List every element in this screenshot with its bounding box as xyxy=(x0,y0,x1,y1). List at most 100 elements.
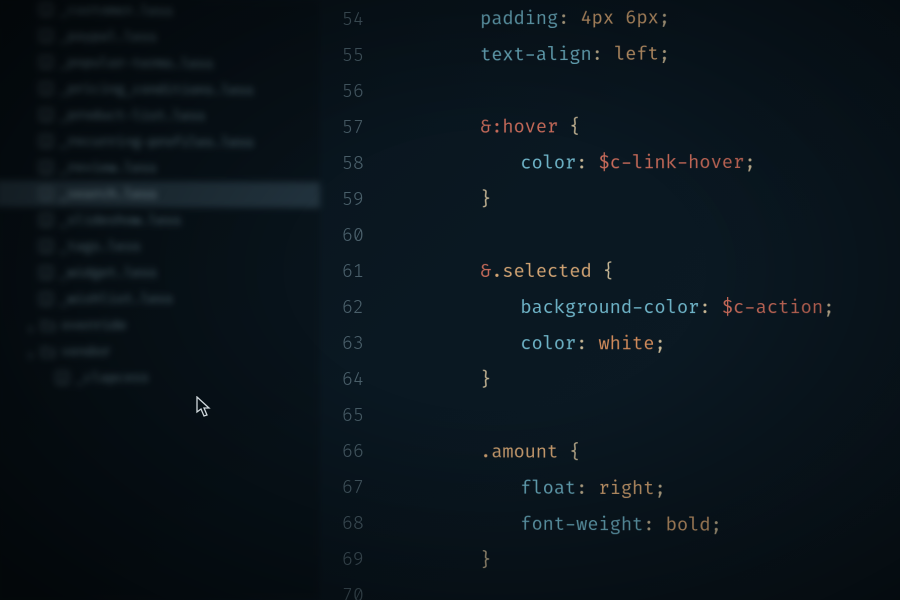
file-item--recurring-profiles-less[interactable]: {} _recurring-profiles.less xyxy=(0,128,320,156)
token-punct: : xyxy=(592,43,614,66)
file-item--wishlist-less[interactable]: {}_wishlist.less xyxy=(0,286,320,312)
code-line[interactable]: color: $c-link-hover; xyxy=(380,144,900,182)
folder-name-label: vendor xyxy=(61,343,110,359)
svg-text:{}: {} xyxy=(44,34,49,41)
file-list: {} _customer.less {} _paypal.less {} _popular… xyxy=(0,0,320,391)
token-var: $c-action xyxy=(722,296,823,319)
folder-item-vendor[interactable]: vendor xyxy=(0,338,320,365)
file-item--pricing-conditions-less[interactable]: {} _pricing_conditions.less xyxy=(0,75,320,104)
file-name-label: _pricing_conditions.less xyxy=(59,81,254,99)
line-number: 62 xyxy=(320,290,364,326)
file-name-label: _widget.less xyxy=(59,265,157,281)
token-punct: : xyxy=(558,7,580,30)
token-val: left xyxy=(614,42,659,65)
token-sel: .selected xyxy=(491,260,591,283)
less-file-icon: {} xyxy=(39,213,53,227)
file-item--widget-less[interactable]: {} _widget.less xyxy=(0,259,320,286)
line-number: 64 xyxy=(320,362,364,398)
less-file-icon: {} xyxy=(55,371,69,385)
token-amp: & xyxy=(480,116,491,139)
less-file-icon: {} xyxy=(39,134,53,148)
file-item--paypal-less[interactable]: {} _paypal.less xyxy=(0,22,320,52)
line-number: 57 xyxy=(320,110,364,146)
line-number: 68 xyxy=(320,506,364,542)
token-punct: { xyxy=(592,260,614,283)
folder-icon xyxy=(41,318,55,332)
file-name-label: _slideshow.less xyxy=(59,212,181,229)
code-line[interactable]: } xyxy=(380,362,900,399)
less-file-icon: {} xyxy=(39,81,53,95)
code-line[interactable] xyxy=(380,71,900,110)
token-punct: { xyxy=(558,441,580,464)
token-punct: { xyxy=(558,115,580,138)
file-item-_clapcess[interactable]: {} _clapcess xyxy=(0,364,320,391)
svg-text:{}: {} xyxy=(44,297,49,304)
less-file-icon: {} xyxy=(39,160,53,174)
code-area[interactable]: padding: 4px 6px;text-align: left;&:hove… xyxy=(380,0,900,600)
line-number: 61 xyxy=(320,254,364,290)
svg-text:{}: {} xyxy=(44,86,49,93)
file-name-label: _clapcess xyxy=(76,370,149,386)
svg-text:{}: {} xyxy=(44,192,49,199)
token-prop: padding xyxy=(480,7,558,31)
code-line[interactable] xyxy=(380,578,900,600)
file-name-label: _review.less xyxy=(59,159,157,176)
token-punct: : xyxy=(699,296,721,319)
code-line[interactable]: } xyxy=(380,181,900,218)
file-name-label: _recurring-profiles.less xyxy=(59,133,254,150)
code-line[interactable]: text-align: left; xyxy=(380,35,900,74)
svg-text:{}: {} xyxy=(44,113,49,120)
token-val: bold xyxy=(666,513,711,536)
code-line[interactable]: .amount { xyxy=(380,434,900,472)
token-var: $c-link-hover xyxy=(599,151,745,175)
code-line[interactable]: &:hover { xyxy=(380,108,900,146)
token-punct: ; xyxy=(654,332,665,355)
token-punct: ; xyxy=(823,296,834,319)
token-punct: : xyxy=(643,513,665,536)
token-prop: color xyxy=(520,151,576,174)
token-pseudo: :hover xyxy=(491,115,558,138)
token-kw: white xyxy=(599,332,655,355)
chevron-right-icon xyxy=(26,348,34,356)
svg-text:{}: {} xyxy=(44,218,49,225)
code-line[interactable] xyxy=(380,217,900,254)
file-name-label: _customer.less xyxy=(59,2,173,20)
less-file-icon: {} xyxy=(39,55,53,69)
svg-text:{}: {} xyxy=(44,244,49,251)
line-number: 56 xyxy=(320,74,364,110)
code-line[interactable]: float: right; xyxy=(380,470,900,508)
svg-text:{}: {} xyxy=(44,271,49,278)
code-line[interactable]: &.selected { xyxy=(380,253,900,290)
token-prop: background-color xyxy=(520,296,699,319)
code-line[interactable]: background-color: $c-action; xyxy=(380,290,900,326)
code-line[interactable] xyxy=(380,398,900,436)
folder-item-override[interactable]: override xyxy=(0,312,320,339)
file-item--tags-less[interactable]: {}_tags.less xyxy=(0,233,320,260)
folder-name-label: override xyxy=(61,317,126,333)
token-punct: : xyxy=(576,477,598,500)
token-num: 4px 6px xyxy=(581,6,659,30)
file-explorer-sidebar[interactable]: {} _customer.less {} _paypal.less {} _popular… xyxy=(0,0,320,600)
file-item--popular-terms-less[interactable]: {} _popular-terms.less xyxy=(0,48,320,78)
token-prop: font-weight xyxy=(520,513,643,537)
file-item--review-less[interactable]: {} _review.less xyxy=(0,154,320,182)
file-name-label: _paypal.less xyxy=(59,28,157,45)
code-line[interactable]: color: white; xyxy=(380,326,900,363)
svg-text:{}: {} xyxy=(44,8,49,15)
line-number: 66 xyxy=(320,434,364,470)
file-item--product-list-less[interactable]: {}_product-list.less xyxy=(0,101,320,130)
code-line[interactable]: padding: 4px 6px; xyxy=(380,0,900,38)
token-punct: : xyxy=(576,151,598,174)
file-item--search-less[interactable]: {}_search.less xyxy=(0,180,320,208)
line-number: 59 xyxy=(320,182,364,218)
line-number: 60 xyxy=(320,218,364,254)
code-line[interactable]: } xyxy=(380,542,900,581)
file-name-label: _popular-terms.less xyxy=(59,54,213,72)
svg-text:{}: {} xyxy=(60,376,65,383)
token-punct: : xyxy=(576,332,598,355)
token-val: right xyxy=(599,477,655,500)
code-line[interactable]: font-weight: bold; xyxy=(380,506,900,545)
token-prop: color xyxy=(520,332,576,355)
file-item--slideshow-less[interactable]: {} _slideshow.less xyxy=(0,207,320,234)
less-file-icon: {} xyxy=(39,29,53,43)
